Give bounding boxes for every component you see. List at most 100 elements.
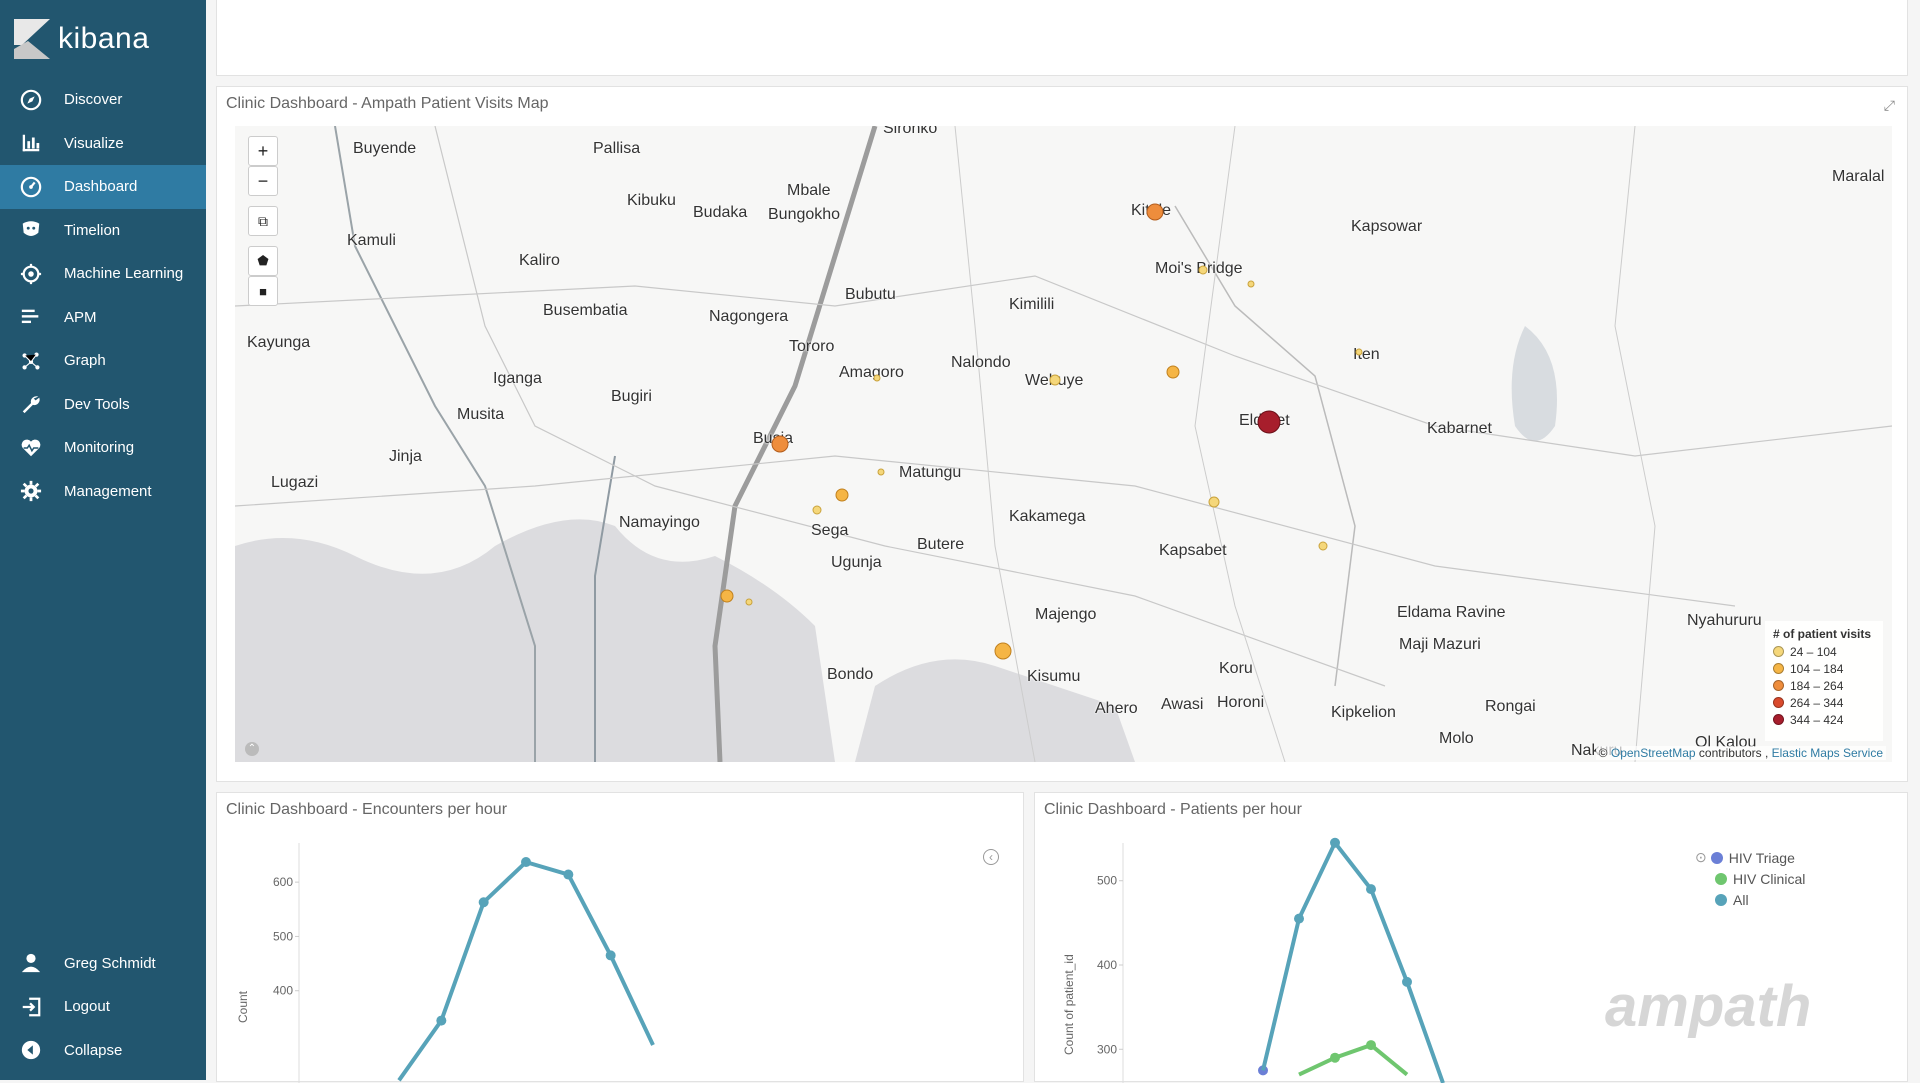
legend-title: # of patient visits (1773, 627, 1872, 641)
visit-marker[interactable] (873, 374, 881, 382)
nav-item-discover[interactable]: Discover (0, 78, 206, 122)
zoom-out-button[interactable]: − (248, 166, 278, 196)
data-point[interactable] (1402, 976, 1412, 987)
y-axis-label: Count (236, 990, 250, 1023)
visit-marker[interactable] (1355, 348, 1363, 356)
visit-marker[interactable] (1318, 541, 1328, 551)
nav-item-machine-learning[interactable]: Machine Learning (0, 252, 206, 296)
legend-item-hiv-clinical[interactable]: HIV Clinical (1695, 868, 1805, 889)
nav-label: Machine Learning (64, 265, 184, 283)
data-point[interactable] (478, 897, 489, 908)
visit-marker[interactable] (877, 468, 885, 476)
series-line (1298, 1042, 1409, 1077)
nav-label: Monitoring (64, 439, 135, 457)
osm-link[interactable]: OpenStreetMap (1611, 746, 1696, 760)
visit-marker[interactable] (720, 589, 734, 603)
visit-marker[interactable] (1166, 365, 1180, 379)
legend-item: 104 – 184 (1773, 660, 1875, 677)
nav-item-management[interactable]: Management (0, 470, 206, 514)
legend-swatch (1773, 697, 1784, 708)
expand-icon[interactable]: ⤢ (1884, 97, 1895, 114)
legend-label: All (1733, 891, 1749, 908)
patients-panel: Clinic Dashboard - Patients per hour Cou… (1034, 792, 1908, 1083)
legend-label: 264 – 344 (1790, 695, 1844, 710)
series-line (1261, 838, 1445, 1083)
y-tick-label: 400 (273, 984, 293, 998)
data-point[interactable] (1366, 884, 1376, 895)
attribution-prefix: © (1598, 746, 1608, 760)
nav-item-apm[interactable]: APM (0, 296, 206, 340)
zoom-in-button[interactable]: + (248, 136, 278, 166)
nav-item-user[interactable]: Greg Schmidt (0, 942, 206, 986)
visit-marker[interactable] (745, 598, 753, 606)
visit-marker[interactable] (1049, 374, 1061, 386)
data-point[interactable] (563, 869, 574, 880)
data-point[interactable] (1330, 837, 1340, 848)
data-point[interactable] (605, 950, 616, 961)
y-axis-label: Count of patient_id (1062, 954, 1076, 1055)
timelion-icon (18, 217, 44, 243)
data-point[interactable] (1366, 1040, 1376, 1051)
gear-icon (18, 478, 44, 504)
legend-toggle-icon[interactable]: ⊙ (1695, 849, 1707, 866)
legend-label: HIV Clinical (1733, 870, 1806, 887)
user-icon (18, 950, 44, 976)
nav-item-timelion[interactable]: Timelion (0, 209, 206, 253)
legend-label: 344 – 424 (1790, 712, 1844, 727)
y-tick-label: 400 (1097, 958, 1117, 972)
data-point[interactable] (436, 1015, 447, 1026)
data-point[interactable] (1294, 913, 1304, 924)
nav-item-dashboard[interactable]: Dashboard (0, 165, 206, 209)
nav-label: Collapse (64, 1041, 123, 1059)
machine-learning-icon (18, 261, 44, 287)
wrench-icon (18, 391, 44, 417)
fit-bounds-button[interactable]: ⧉ (248, 206, 278, 236)
apm-icon (18, 304, 44, 330)
nav-item-visualize[interactable]: Visualize (0, 122, 206, 166)
nav-item-logout[interactable]: Logout (0, 985, 206, 1029)
visit-marker[interactable] (771, 435, 789, 453)
empty-panel (216, 0, 1908, 76)
rectangle-icon: ■ (259, 283, 267, 299)
map-attribution: © OpenStreetMap contributors , Elastic M… (1595, 746, 1886, 760)
nav-item-dev-tools[interactable]: Dev Tools (0, 383, 206, 427)
nav-item-graph[interactable]: Graph (0, 339, 206, 383)
visit-marker[interactable] (1198, 265, 1208, 275)
visit-markers (720, 203, 1363, 660)
draw-rectangle-button[interactable]: ■ (248, 276, 278, 306)
data-point[interactable] (1330, 1052, 1340, 1063)
kibana-logo[interactable]: kibana (0, 0, 206, 78)
sidebar: kibana Discover Visualize Dashboard Time… (0, 0, 206, 1080)
visit-marker[interactable] (1208, 496, 1220, 508)
data-point[interactable] (521, 857, 531, 868)
map-settings-icon[interactable]: ⌃ (245, 742, 259, 756)
visit-marker[interactable] (994, 642, 1012, 660)
crop-icon: ⧉ (258, 212, 268, 229)
kibana-logo-icon (14, 19, 50, 59)
legend-item: 344 – 424 (1773, 711, 1875, 728)
nav-label: Dashboard (64, 178, 138, 196)
nav-item-monitoring[interactable]: Monitoring (0, 426, 206, 470)
legend-label: 104 – 184 (1790, 661, 1844, 676)
ems-link[interactable]: Elastic Maps Service (1772, 746, 1883, 760)
map-panel: Clinic Dashboard - Ampath Patient Visits… (216, 86, 1908, 782)
visit-marker[interactable] (1247, 280, 1255, 288)
map-canvas[interactable]: Sironko Buyende Pallisa Mbale Kibuku Bud… (235, 126, 1892, 762)
attribution-text: contributors , (1698, 746, 1772, 760)
nav-label: Discover (64, 91, 123, 109)
nav-label: Visualize (64, 134, 124, 152)
visit-marker[interactable] (835, 488, 849, 502)
visit-marker[interactable] (1146, 203, 1164, 221)
visit-marker[interactable] (812, 505, 822, 515)
nav-item-collapse[interactable]: Collapse (0, 1029, 206, 1073)
legend-item-hiv-triage[interactable]: ⊙ HIV Triage (1695, 847, 1805, 868)
y-tick-label: 500 (273, 929, 293, 943)
y-tick-label: 500 (1097, 874, 1117, 888)
draw-polygon-button[interactable]: ⬟ (248, 246, 278, 276)
map-panel-title: Clinic Dashboard - Ampath Patient Visits… (226, 95, 549, 112)
legend-item-all[interactable]: All (1695, 889, 1805, 910)
legend-swatch (1715, 872, 1727, 885)
visit-marker[interactable] (1257, 410, 1281, 434)
y-tick-label: 600 (273, 875, 293, 889)
ampath-watermark: ampath (1605, 974, 1812, 1039)
